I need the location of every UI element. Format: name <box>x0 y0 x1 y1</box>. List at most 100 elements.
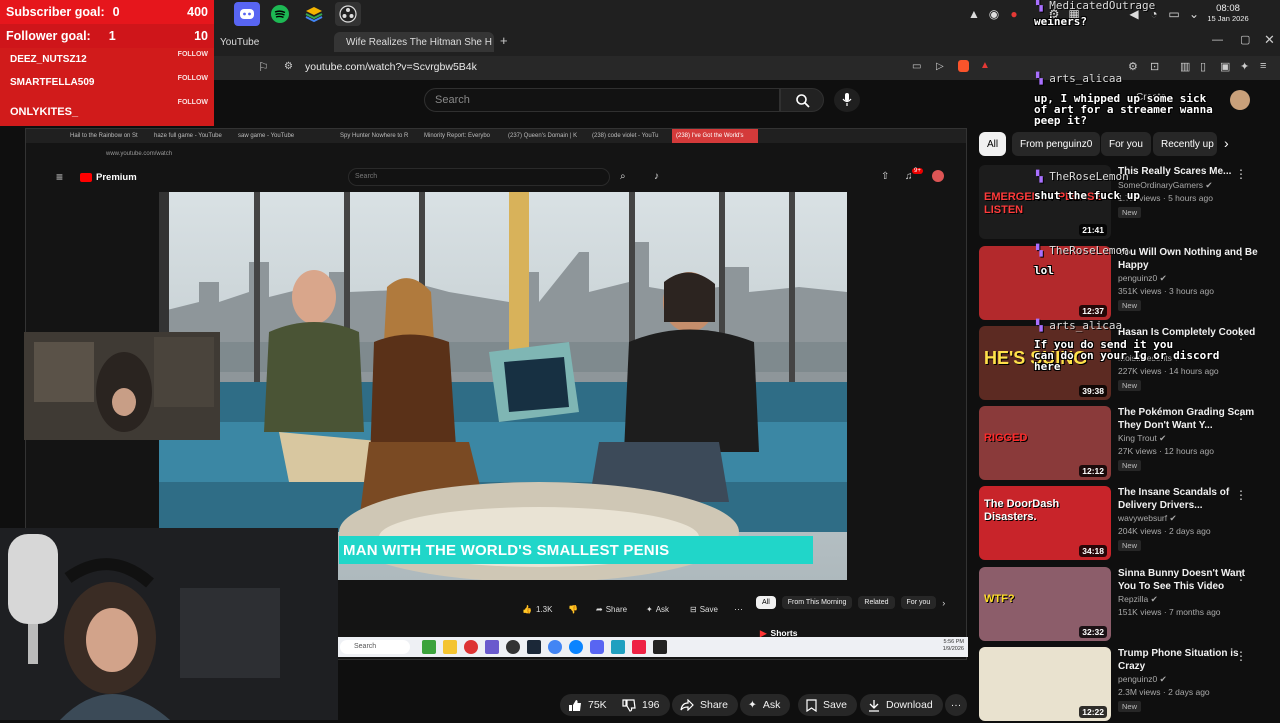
spotify-app-icon[interactable] <box>267 2 293 26</box>
brave-shield-icon[interactable] <box>958 60 969 72</box>
obs-app-icon[interactable] <box>335 2 361 26</box>
system-clock[interactable]: 08:08 15 Jan 2026 <box>1206 4 1250 24</box>
voice-search-button[interactable] <box>834 88 860 112</box>
bookmark-icon[interactable]: ⚐ <box>258 60 269 74</box>
sidebar-chip-all[interactable]: All <box>979 132 1007 156</box>
video-player[interactable] <box>159 192 847 580</box>
inner-folder-icon[interactable] <box>443 640 457 654</box>
inner-tab-active[interactable]: (238) I've Got the World's <box>672 129 758 143</box>
more-options-icon[interactable]: ⋮ <box>1235 649 1247 663</box>
more-options-icon[interactable]: ⋮ <box>1235 248 1247 262</box>
share-button[interactable]: Share <box>672 694 739 716</box>
channel-name[interactable]: King Trout ✔ <box>1118 433 1166 444</box>
more-actions-button[interactable]: ··· <box>945 694 967 716</box>
inner-tab[interactable]: (238) code violet - YouTu <box>588 129 670 143</box>
send-icon[interactable]: ▷ <box>936 61 944 72</box>
browser-tab-youtube[interactable]: YouTube <box>220 32 330 52</box>
inner-tab[interactable]: (237) Queen's Domain | K <box>504 129 586 143</box>
recommendation-card[interactable]: 12:37 You Will Own Nothing and Be Happy pe… <box>979 246 1275 322</box>
channel-name[interactable]: wavywebsurf ✔ <box>1118 513 1177 524</box>
inner-more-icon[interactable]: ··· <box>734 604 743 614</box>
inner-discord-icon[interactable] <box>590 640 604 654</box>
more-options-icon[interactable]: ⋮ <box>1235 569 1247 583</box>
save-button[interactable]: Save <box>798 694 857 716</box>
inner-search-icon[interactable]: ⌕ <box>620 171 626 182</box>
sidebar-chip[interactable]: From penguinz0 <box>1012 132 1101 156</box>
tray-monitor-icon[interactable]: ▭ <box>1166 5 1182 23</box>
video-thumbnail[interactable]: 12:37 <box>979 246 1111 320</box>
browser-tab-active[interactable]: Wife Realizes The Hitman She H <box>334 32 494 52</box>
wallet-icon[interactable]: ▣ <box>1220 60 1230 73</box>
sidebar-chip[interactable]: Recently up <box>1153 132 1217 156</box>
inner-url-field[interactable]: www.youtube.com/watch <box>106 151 172 157</box>
inner-app-icon[interactable] <box>422 640 436 654</box>
inner-steam-icon[interactable] <box>527 640 541 654</box>
more-options-icon[interactable]: ⋮ <box>1235 488 1247 502</box>
discord-app-icon[interactable] <box>234 2 260 26</box>
extensions-icon[interactable]: ⚙ <box>1128 60 1138 73</box>
search-input[interactable]: Search <box>424 88 780 112</box>
inner-ask-button[interactable]: ✦ Ask <box>646 605 669 614</box>
inner-tab[interactable]: Hail to the Rainbow on St <box>66 129 148 143</box>
rewards-icon[interactable]: ▲ <box>980 60 990 71</box>
more-options-icon[interactable]: ⋮ <box>1235 167 1247 181</box>
tray-arrow-icon[interactable]: ▲ <box>966 5 982 23</box>
inner-save-button[interactable]: ⊟ Save <box>690 605 718 614</box>
inner-taskbar-search[interactable]: Search <box>340 640 410 654</box>
menu-icon[interactable]: ≡ <box>1260 60 1266 72</box>
recommendation-card[interactable]: 12:22 Trump Phone Situation is Crazy pengu… <box>979 647 1275 723</box>
site-info-icon[interactable]: ⚙ <box>284 61 293 72</box>
inner-dislike-button[interactable]: 👎 <box>568 605 578 614</box>
inner-like-button[interactable]: 👍 1.3K <box>522 605 552 614</box>
maximize-icon[interactable]: ▢ <box>1240 33 1250 46</box>
screenshot-icon[interactable]: ⊡ <box>1150 60 1159 73</box>
minimize-icon[interactable]: — <box>1212 34 1223 46</box>
inner-chrome-icon[interactable] <box>548 640 562 654</box>
inner-chip[interactable]: All <box>756 596 776 609</box>
tray-chevron-icon[interactable]: ⌄ <box>1186 5 1202 23</box>
inner-tab[interactable]: saw game - YouTube <box>234 129 334 143</box>
inner-chip[interactable]: From This Morning <box>781 596 853 609</box>
channel-name[interactable]: penguinz0 ✔ <box>1118 273 1167 284</box>
chip-next-icon[interactable]: › <box>1224 135 1229 151</box>
inner-bell-icon[interactable]: ♫ <box>905 171 913 182</box>
inner-upload-icon[interactable]: ⇧ <box>881 171 889 182</box>
tray-discord-icon[interactable]: ◉ <box>986 5 1002 23</box>
more-options-icon[interactable]: ⋮ <box>1235 328 1247 342</box>
search-button[interactable] <box>780 88 824 112</box>
download-button[interactable]: Download <box>860 694 943 716</box>
library-icon[interactable]: ▥ <box>1180 60 1190 73</box>
layers-app-icon[interactable] <box>301 2 327 26</box>
inner-app-icon[interactable] <box>506 640 520 654</box>
video-thumbnail[interactable]: 12:22 <box>979 647 1111 721</box>
vpn-icon[interactable]: ✦ <box>1240 60 1249 73</box>
inner-avatar[interactable] <box>932 170 944 182</box>
inner-tab[interactable]: Minority Report: Everybo <box>420 129 502 143</box>
inner-hamburger-icon[interactable]: ≡ <box>56 170 63 184</box>
inner-app-icon[interactable] <box>485 640 499 654</box>
inner-tab[interactable]: Spy Hunter Nowhere to R <box>336 129 418 143</box>
sidebar-icon[interactable]: ▯ <box>1200 60 1206 73</box>
channel-name[interactable]: penguinz0 ✔ <box>1118 674 1167 685</box>
tray-record-icon[interactable]: ● <box>1006 5 1022 23</box>
cast-icon[interactable]: ▭ <box>912 61 921 72</box>
inner-tab[interactable]: haze full game - YouTube <box>150 129 232 143</box>
new-tab-icon[interactable]: + <box>500 33 508 48</box>
avatar[interactable] <box>1230 90 1250 110</box>
inner-app-icon[interactable] <box>653 640 667 654</box>
dislike-button[interactable]: 196 <box>614 694 670 716</box>
inner-app-icon[interactable] <box>632 640 646 654</box>
inner-search-input[interactable]: Search <box>348 168 610 186</box>
inner-mic-icon[interactable]: ♪ <box>654 171 659 182</box>
ask-button[interactable]: ✦ Ask <box>740 694 791 716</box>
inner-chip[interactable]: Related <box>858 596 895 609</box>
inner-taskbar-clock[interactable]: 5:56 PM 1/9/2026 <box>943 639 964 653</box>
channel-name[interactable]: Repzilla ✔ <box>1118 594 1158 605</box>
inner-share-button[interactable]: ➦ Share <box>596 605 627 614</box>
inner-chip[interactable]: For you <box>900 596 937 609</box>
like-button[interactable]: 75K <box>560 694 617 716</box>
more-options-icon[interactable]: ⋮ <box>1235 408 1247 422</box>
sidebar-chip[interactable]: For you <box>1101 132 1151 156</box>
inner-app-icon[interactable] <box>569 640 583 654</box>
inner-app-icon[interactable] <box>464 640 478 654</box>
